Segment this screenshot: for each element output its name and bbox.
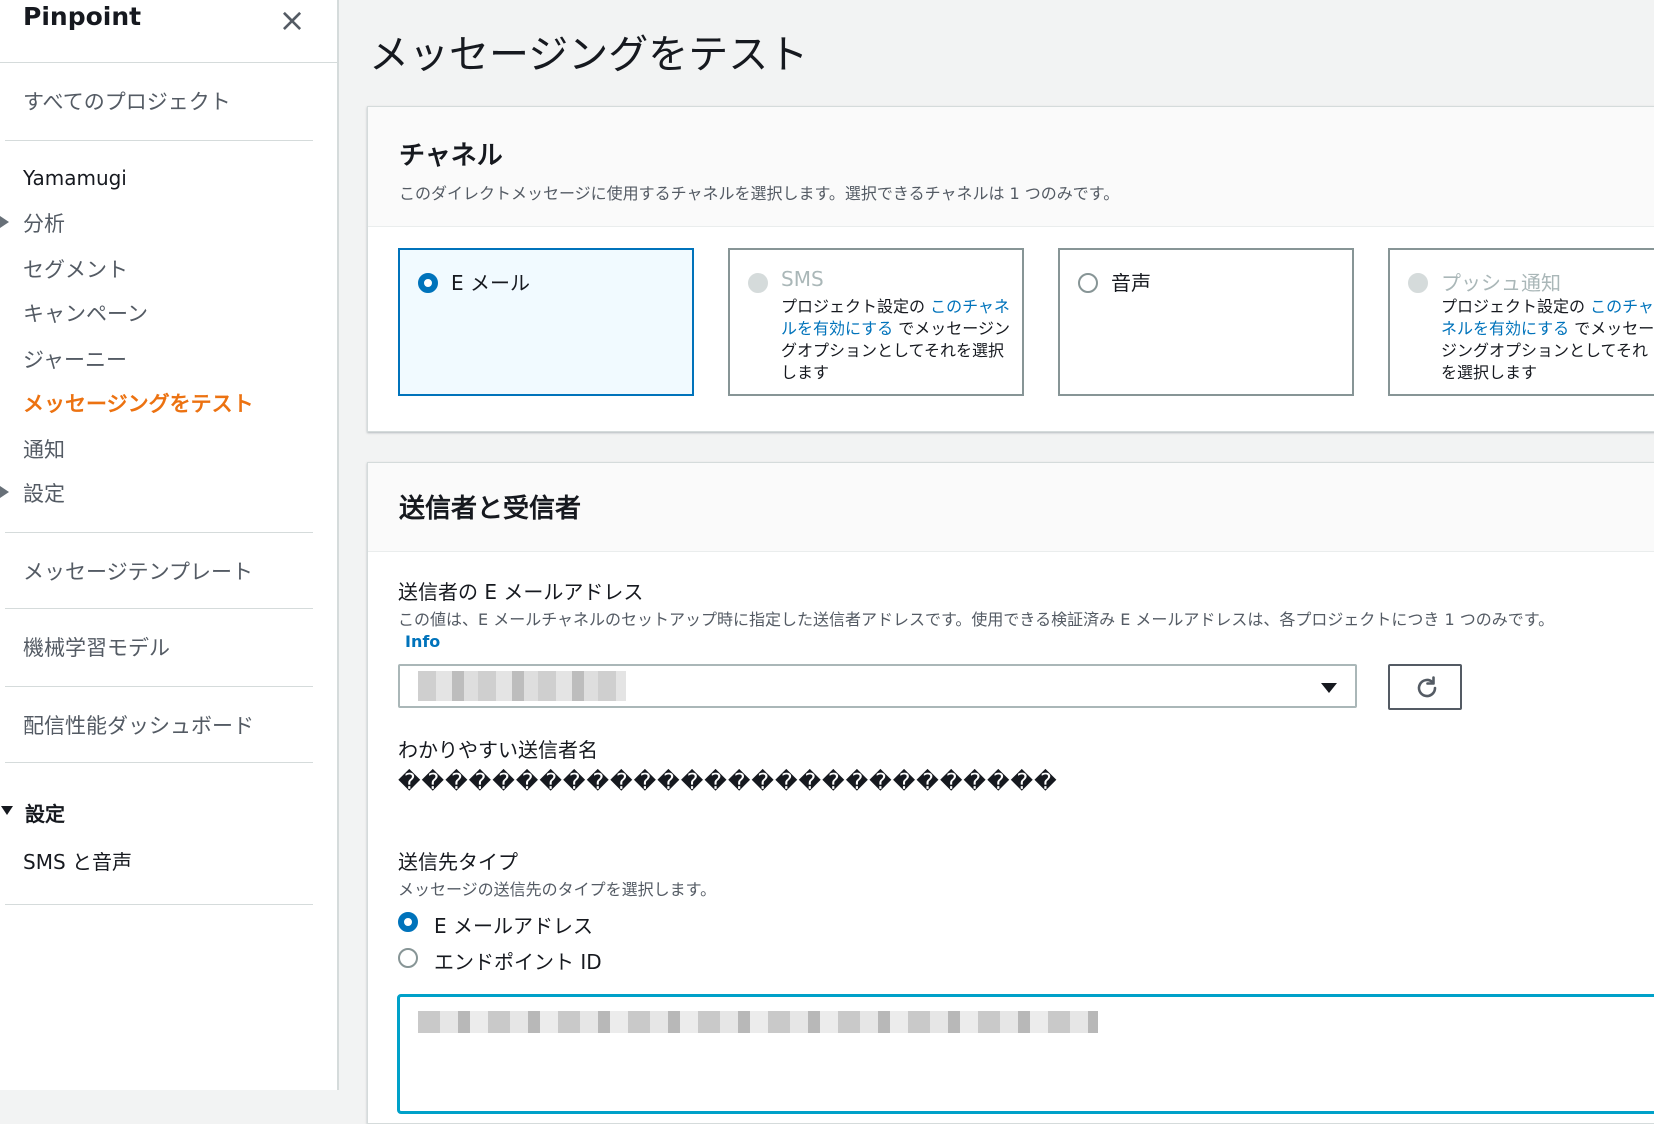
divider xyxy=(0,62,337,63)
from-address-label: 送信者の E メールアドレス xyxy=(398,580,644,604)
divider xyxy=(5,532,313,533)
sidebar-section-settings[interactable]: 設定 xyxy=(25,798,65,827)
channel-label-voice: 音声 xyxy=(1111,271,1151,295)
dest-option-label: E メールアドレス xyxy=(434,914,593,938)
radio-dest-endpoint[interactable] xyxy=(398,948,418,968)
radio-sms xyxy=(748,273,768,293)
sidebar-item-sms-voice[interactable]: SMS と音声 xyxy=(23,846,132,875)
sidebar-item-message-templates[interactable]: メッセージテンプレート xyxy=(23,556,253,586)
sidebar-item-all-projects[interactable]: すべてのプロジェクト xyxy=(23,86,231,116)
radio-dest-email[interactable] xyxy=(398,912,418,932)
channel-tile-sms: SMS プロジェクト設定の このチャネルを有効にする でメッセージングオプション… xyxy=(728,248,1024,396)
sidebar-item-journeys[interactable]: ジャーニー xyxy=(23,344,127,374)
caret-down-icon xyxy=(1321,683,1337,693)
divider xyxy=(5,904,313,905)
sidebar-item-notifications[interactable]: 通知 xyxy=(23,434,65,464)
friendly-name-label: わかりやすい送信者名 xyxy=(398,738,598,762)
sidebar-item-settings[interactable]: 設定 xyxy=(23,478,65,508)
expand-caret-icon[interactable] xyxy=(0,216,9,228)
friendly-name-value: ���������������������������� xyxy=(398,770,1058,795)
destination-type-label: 送信先タイプ xyxy=(398,850,518,874)
channel-label-email: E メール xyxy=(451,271,530,295)
channel-tile-voice[interactable]: 音声 xyxy=(1058,248,1354,396)
desc-text: プロジェクト設定の xyxy=(1441,297,1591,316)
radio-voice[interactable] xyxy=(1078,273,1098,293)
channel-label-sms: SMS xyxy=(781,267,824,291)
refresh-icon xyxy=(1417,676,1437,698)
dest-option-label: エンドポイント ID xyxy=(434,950,602,974)
radio-email[interactable] xyxy=(418,273,438,293)
from-address-value xyxy=(418,671,626,701)
divider xyxy=(5,762,313,763)
channel-title: チャネル xyxy=(399,141,503,171)
channel-description: このダイレクトメッセージに使用するチャネルを選択します。選択できるチャネルは 1… xyxy=(399,184,1120,203)
channel-desc-push: プロジェクト設定の このチャネルを有効にする でメッセージングオプションとしてそ… xyxy=(1441,296,1654,384)
channel-tile-email[interactable]: E メール xyxy=(398,248,694,396)
divider xyxy=(5,140,313,141)
panel-header: チャネル このダイレクトメッセージに使用するチャネルを選択します。選択できるチャ… xyxy=(368,107,1654,227)
from-address-description: この値は、E メールチャネルのセットアップ時に指定した送信者アドレスです。使用で… xyxy=(398,610,1555,629)
divider xyxy=(5,686,313,687)
brand-title: Pinpoint xyxy=(23,2,142,31)
from-address-select[interactable] xyxy=(398,664,1357,708)
panel-header: 送信者と受信者 xyxy=(368,463,1654,552)
sidebar-item-segments[interactable]: セグメント xyxy=(23,254,128,284)
desc-text: プロジェクト設定の xyxy=(781,297,931,316)
sender-title: 送信者と受信者 xyxy=(399,494,582,524)
sidebar-item-test-messaging[interactable]: メッセージングをテスト xyxy=(23,388,254,418)
divider xyxy=(5,608,313,609)
sidebar-item-analytics[interactable]: 分析 xyxy=(23,208,65,238)
channel-tile-push: プッシュ通知 プロジェクト設定の このチャネルを有効にする でメッセージングオプ… xyxy=(1388,248,1654,396)
sidebar-item-campaigns[interactable]: キャンペーン xyxy=(23,298,148,328)
expand-caret-icon[interactable] xyxy=(0,486,9,498)
project-name: Yamamugi xyxy=(23,166,127,190)
channel-desc-sms: プロジェクト設定の このチャネルを有効にする でメッセージングオプションとしてそ… xyxy=(781,296,1011,384)
destination-type-description: メッセージの送信先のタイプを選択します。 xyxy=(398,880,717,899)
sidebar: Pinpoint × すべてのプロジェクト Yamamugi 分析 セグメント … xyxy=(0,0,339,1090)
close-icon[interactable]: × xyxy=(276,4,308,36)
recipients-textarea[interactable] xyxy=(397,994,1654,1114)
sidebar-item-deliverability-dashboard[interactable]: 配信性能ダッシュボード xyxy=(23,710,254,740)
refresh-button[interactable] xyxy=(1388,664,1462,710)
sidebar-item-ml-models[interactable]: 機械学習モデル xyxy=(23,632,170,662)
recipients-value xyxy=(418,1011,1098,1033)
page-title: メッセージングをテスト xyxy=(369,32,809,78)
channel-label-push: プッシュ通知 xyxy=(1441,271,1561,295)
info-link[interactable]: Info xyxy=(405,632,440,651)
collapse-caret-icon[interactable] xyxy=(1,806,13,815)
radio-push xyxy=(1408,273,1428,293)
